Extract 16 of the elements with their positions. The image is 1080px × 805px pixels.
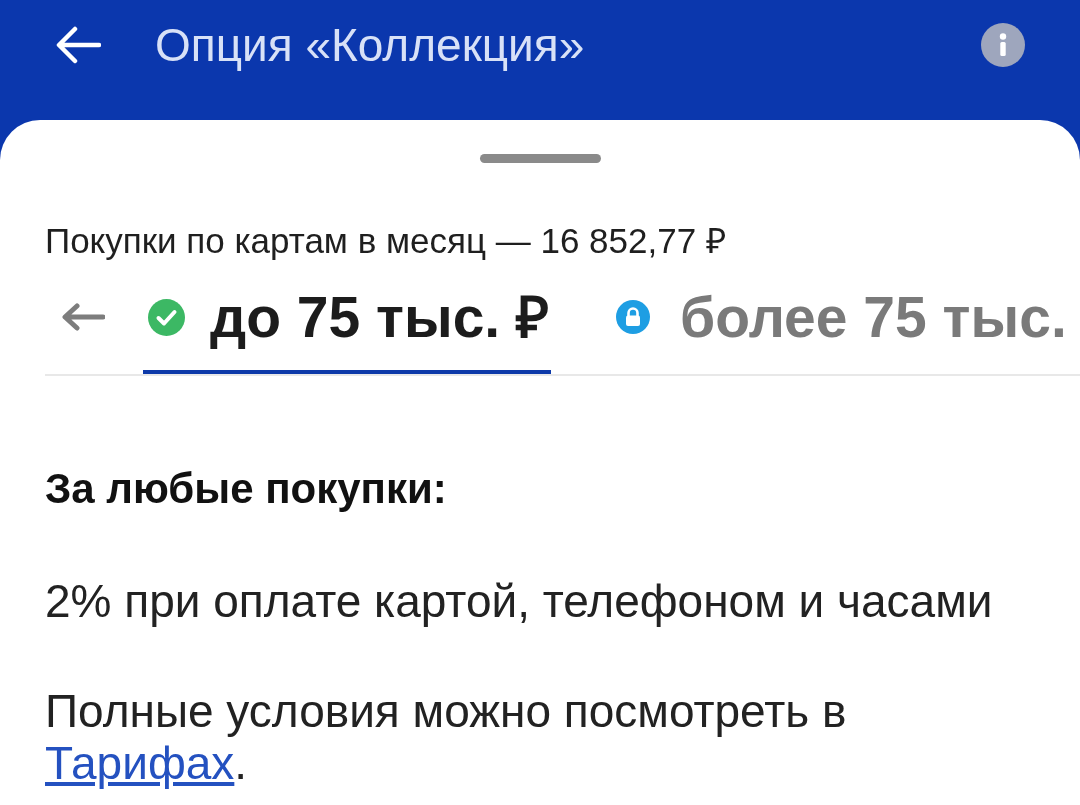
section-heading: За любые покупки: bbox=[45, 466, 447, 512]
terms-text: Полные условия можно посмотреть в Тарифах. bbox=[45, 685, 848, 789]
limit-tab[interactable]: более 75 тыс. bbox=[611, 278, 1067, 374]
monthly-purchases-text: Покупки по картам в месяц — 16 852,77 ₽ bbox=[45, 221, 726, 261]
drag-handle[interactable] bbox=[479, 154, 601, 163]
back-arrow-icon bbox=[55, 26, 101, 64]
screen-title: Опция «Коллекция» bbox=[155, 18, 585, 72]
check-circle-icon bbox=[148, 298, 185, 336]
left-arrow-icon bbox=[61, 303, 105, 331]
lock-circle-icon bbox=[616, 300, 651, 334]
info-icon bbox=[981, 23, 1025, 67]
scroll-left-button[interactable] bbox=[59, 301, 107, 333]
info-button[interactable] bbox=[981, 23, 1025, 67]
tariffs-link[interactable]: Тарифах bbox=[45, 737, 235, 789]
limit-tab[interactable]: до 75 тыс. ₽ bbox=[143, 278, 552, 374]
cashback-text: 2% при оплате картой, телефоном и часами bbox=[45, 575, 993, 627]
